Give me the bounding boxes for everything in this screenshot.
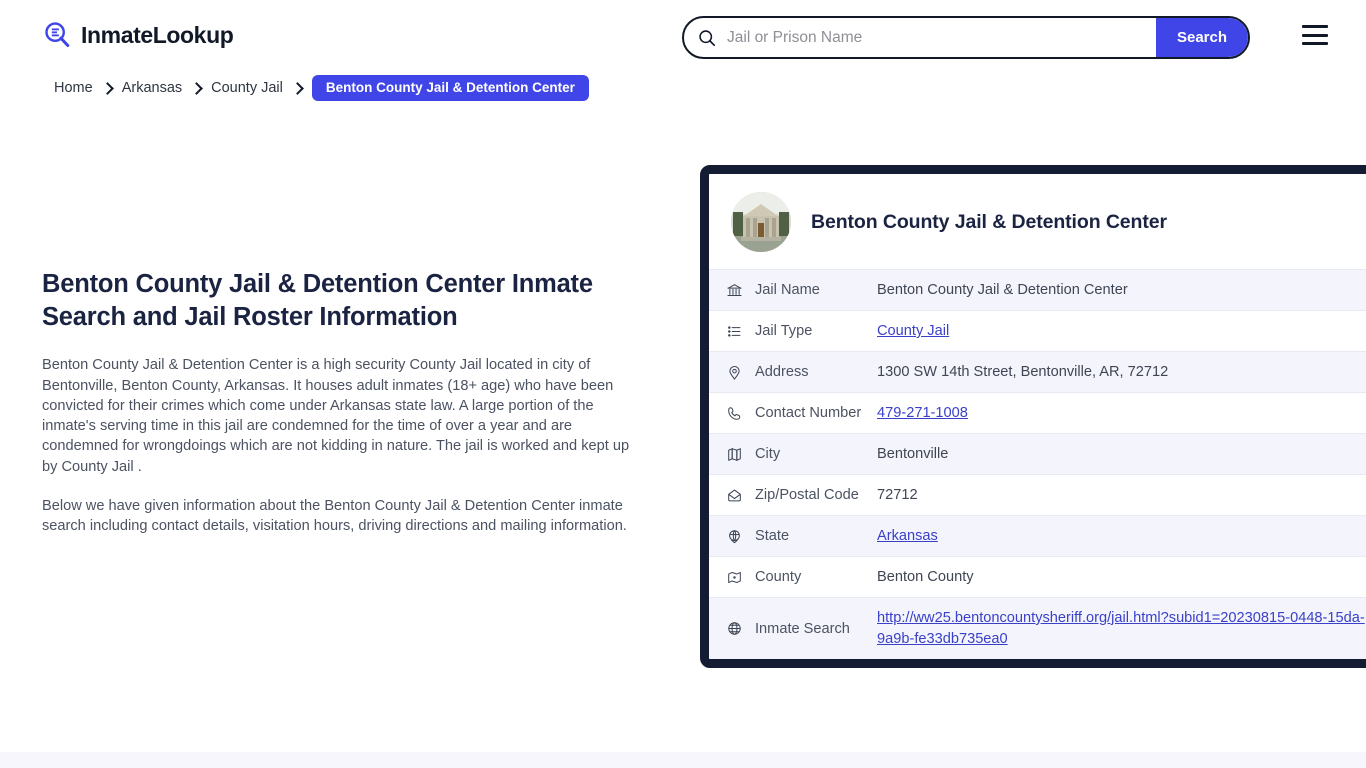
breadcrumb-item-county-jail[interactable]: County Jail	[211, 80, 283, 96]
article-column: Benton County Jail & Detention Center In…	[42, 268, 642, 556]
breadcrumb-current: Benton County Jail & Detention Center	[311, 75, 589, 101]
search-bar[interactable]: Search	[682, 16, 1250, 59]
info-row-inmate-search: Inmate Search http://ww25.bentoncountysh…	[709, 597, 1366, 659]
info-row-label: Contact Number	[755, 405, 862, 421]
state-link[interactable]: Arkansas	[877, 528, 938, 544]
info-row-label: City	[755, 446, 781, 462]
info-row-value: 479-271-1008	[877, 405, 1366, 421]
hamburger-menu-icon[interactable]	[1302, 25, 1328, 45]
map-county-icon	[723, 566, 745, 588]
chevron-right-icon	[190, 81, 204, 95]
courthouse-photo	[731, 192, 791, 252]
intro-paragraph-1: Benton County Jail & Detention Center is…	[42, 357, 630, 475]
search-icon	[698, 29, 716, 47]
info-row-value: 1300 SW 14th Street, Bentonville, AR, 72…	[877, 364, 1169, 380]
info-row-value: Benton County Jail & Detention Center	[877, 282, 1128, 298]
map-pin-icon	[723, 361, 745, 383]
globe-pin-icon	[723, 525, 745, 547]
info-row-county: County Benton County	[709, 556, 1366, 597]
inmate-search-link[interactable]: http://ww25.bentoncountysheriff.org/jail…	[877, 610, 1365, 647]
jail-info-card-header: Benton County Jail & Detention Center	[709, 174, 1366, 269]
list-icon	[723, 320, 745, 342]
info-row-state: State Arkansas	[709, 515, 1366, 556]
info-row-value: Arkansas	[877, 528, 1366, 544]
info-row-label: Zip/Postal Code	[755, 487, 859, 503]
breadcrumb-item-arkansas[interactable]: Arkansas	[122, 80, 182, 96]
phone-link[interactable]: 479-271-1008	[877, 405, 968, 421]
info-row-contact-number: Contact Number 479-271-1008	[709, 392, 1366, 433]
jail-info-card-title: Benton County Jail & Detention Center	[811, 210, 1167, 233]
page-title: Benton County Jail & Detention Center In…	[42, 270, 593, 331]
globe-icon	[723, 618, 745, 640]
info-row-value: County Jail	[877, 323, 1366, 339]
info-row-label: Inmate Search	[755, 620, 850, 637]
info-row-label: Address	[755, 364, 809, 380]
breadcrumb-item-home[interactable]: Home	[54, 80, 93, 96]
info-row-city: City Bentonville	[709, 433, 1366, 474]
hamburger-bar	[1302, 42, 1328, 45]
info-row-jail-type: Jail Type County Jail	[709, 310, 1366, 351]
info-row-label: County	[755, 569, 802, 585]
chevron-right-icon	[291, 81, 304, 95]
info-row-jail-name: Jail Name Benton County Jail & Detention…	[709, 269, 1366, 310]
hamburger-bar	[1302, 33, 1328, 37]
magnifier-list-icon	[42, 20, 72, 50]
info-row-value: http://ww25.bentoncountysheriff.org/jail…	[877, 608, 1366, 649]
bank-icon	[723, 279, 745, 301]
info-row-value: 72712	[877, 487, 918, 503]
jail-info-card: Benton County Jail & Detention Center Ja…	[700, 165, 1366, 668]
info-row-label: State	[755, 528, 790, 544]
site-header: InmateLookup Search	[0, 0, 1366, 74]
jail-type-link[interactable]: County Jail	[877, 323, 949, 339]
envelope-icon	[723, 484, 745, 506]
info-row-zip-code: Zip/Postal Code 72712	[709, 474, 1366, 515]
site-logo[interactable]: InmateLookup	[42, 20, 234, 50]
info-row-value: Bentonville	[877, 446, 949, 462]
phone-icon	[723, 402, 745, 424]
logo-text: InmateLookup	[81, 21, 234, 48]
map-icon	[723, 443, 745, 465]
search-input[interactable]	[716, 18, 1156, 57]
hamburger-bar	[1302, 25, 1328, 28]
search-button[interactable]: Search	[1156, 18, 1248, 57]
info-row-address: Address 1300 SW 14th Street, Bentonville…	[709, 351, 1366, 392]
breadcrumb: Home Arkansas County Jail Benton County …	[54, 75, 589, 101]
intro-paragraph-2: Below we have given information about th…	[42, 497, 627, 535]
page-bottom-band	[0, 752, 1366, 768]
chevron-right-icon	[100, 81, 114, 95]
info-row-label: Jail Name	[755, 282, 820, 298]
info-row-label: Jail Type	[755, 323, 813, 339]
info-row-value: Benton County	[877, 569, 974, 585]
